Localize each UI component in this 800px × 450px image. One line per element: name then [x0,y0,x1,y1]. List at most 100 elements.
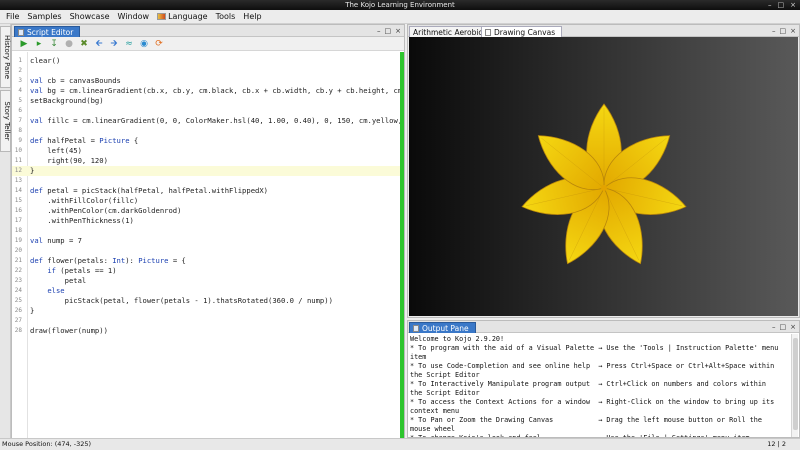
menu-help[interactable]: Help [239,10,265,24]
line-number: 5 [18,97,22,104]
window-minimize-button[interactable]: – [768,0,772,10]
code-line[interactable]: 4 val bg = cm.linearGradient(cb.x, cb.y, … [12,86,400,96]
tab-drawing-canvas[interactable]: Drawing Canvas [481,26,563,37]
code-text: petal [30,276,87,285]
trace-icon[interactable]: ↧ [49,39,59,49]
clear-output-icon[interactable]: ✖ [79,39,89,49]
code-line[interactable]: 3 val cb = canvasBounds [12,76,400,86]
upload-icon[interactable]: ◉ [139,39,149,49]
code-text: } [30,306,35,315]
code-line[interactable]: 10 left(45) [12,146,400,156]
menu-samples[interactable]: Samples [23,10,65,24]
side-tab-story-teller[interactable]: Story Teller [0,90,11,152]
code-line[interactable]: 25 picStack(petal, flower(petals - 1).th… [12,296,400,306]
tab-drawing-canvas-label: Drawing Canvas [494,27,556,37]
menu-tools[interactable]: Tools [212,10,240,24]
output-line: * To access the Context Actions for a wi… [410,398,775,406]
output-panel: Output Pane – □ × Welcome to Kojo 2.9.20… [407,320,800,438]
code-text: val bg = cm.linearGradient(cb.x, cb.y, c… [30,86,400,95]
code-line[interactable]: 14 def petal = picStack(halfPetal, halfPe… [12,186,400,196]
output-line: mouse wheel [410,425,456,433]
stop-icon[interactable]: ● [64,39,74,49]
code-text: .withPenColor(cm.darkGoldenrod) [30,206,182,215]
code-line[interactable]: 8 [12,126,400,136]
code-line[interactable]: 27 [12,316,400,326]
window-controls: – □ × [768,0,796,10]
tab-output-pane[interactable]: Output Pane [409,322,476,333]
line-number: 22 [14,267,22,274]
output-minimize-button[interactable]: – [772,321,776,333]
code-line[interactable]: 12} [12,166,400,176]
output-scrollbar[interactable] [791,334,798,437]
code-line[interactable]: 26} [12,306,400,316]
side-tab-strip: History Pane Story Teller [0,24,11,438]
line-number: 20 [14,247,22,254]
code-line[interactable]: 6 [12,106,400,116]
code-line[interactable]: 28 draw(flower(nump)) [12,326,400,336]
run-icon[interactable]: ▶ [19,39,29,49]
code-line[interactable]: 1 clear() [12,56,400,66]
code-text: val nump = 7 [30,236,82,245]
code-line[interactable]: 23 petal [12,276,400,286]
output-scrollbar-thumb[interactable] [793,338,798,430]
code-line[interactable]: 16 .withPenColor(cm.darkGoldenrod) [12,206,400,216]
side-tab-history-pane[interactable]: History Pane [0,26,11,88]
run-worksheet-icon[interactable]: ▸ [34,39,44,49]
output-tab-bar: Output Pane – □ × [408,321,799,333]
canvas-panel: Arithmetic Aerobics Drawing Canvas – □ × [407,24,800,318]
line-number: 3 [18,77,22,84]
previous-icon[interactable]: 🡰 [94,39,104,49]
menu-language[interactable]: Language [153,10,211,24]
code-line[interactable]: 20 [12,246,400,256]
code-text: } [30,166,35,175]
code-line[interactable]: 18 [12,226,400,236]
clear-editor-icon[interactable]: ⟳ [154,39,164,49]
output-line: the Script Editor [410,389,480,397]
mouse-position-readout: Mouse Position: (474, -325) [2,440,92,448]
window-maximize-button[interactable]: □ [778,0,785,10]
format-icon[interactable]: ≈ [124,39,134,49]
editor-close-button[interactable]: × [395,25,401,37]
code-line[interactable]: 5 setBackground(bg) [12,96,400,106]
code-line[interactable]: 19 val nump = 7 [12,236,400,246]
line-number: 19 [14,237,22,244]
canvas-close-button[interactable]: × [790,25,796,37]
line-number: 10 [14,147,22,154]
line-number: 26 [14,307,22,314]
line-number: 21 [14,257,22,264]
code-line[interactable]: 22 if (petals == 1) [12,266,400,276]
script-editor-panel: Script Editor – □ × ▶ ▸ ↧ ● ✖ 🡰 🡲 ≈ ◉ ⟳ … [11,24,405,438]
code-editor[interactable]: 1 clear() 2 3 val cb = canvasBounds 4 val bg =… [12,52,400,438]
line-number: 12 [14,167,22,174]
code-line[interactable]: 7 val fillc = cm.linearGradient(0, 0, Col… [12,116,400,126]
tab-script-editor[interactable]: Script Editor [14,26,81,37]
editor-minimize-button[interactable]: – [377,25,381,37]
editor-maximize-button[interactable]: □ [385,25,392,37]
canvas-minimize-button[interactable]: – [772,25,776,37]
menu-window[interactable]: Window [114,10,154,24]
code-line[interactable]: 17 .withPenThickness(1) [12,216,400,226]
canvas-maximize-button[interactable]: □ [780,25,787,37]
code-text: clear() [30,56,61,65]
code-line[interactable]: 13 [12,176,400,186]
language-flag-icon [157,13,167,20]
menu-file[interactable]: File [2,10,23,24]
drawing-canvas[interactable] [409,37,798,316]
code-text: setBackground(bg) [30,96,104,105]
code-line[interactable]: 15 .withFillColor(fillc) [12,196,400,206]
code-line[interactable]: 21 def flower(petals: Int): Picture = { [12,256,400,266]
output-maximize-button[interactable]: □ [780,321,787,333]
code-line[interactable]: 2 [12,66,400,76]
output-line: * To change Kojo's look and feel → Use t… [410,434,788,437]
output-close-button[interactable]: × [790,321,796,333]
output-text[interactable]: Welcome to Kojo 2.9.20! * To program with… [410,335,788,437]
code-line[interactable]: 9 def halfPetal = Picture { [12,136,400,146]
code-line[interactable]: 11 right(90, 120) [12,156,400,166]
flower-drawing [521,103,687,265]
line-number: 25 [14,297,22,304]
next-icon[interactable]: 🡲 [109,39,119,49]
code-line[interactable]: 24 else [12,286,400,296]
window-close-button[interactable]: × [790,0,796,10]
menu-showcase[interactable]: Showcase [66,10,114,24]
menu-language-label: Language [168,11,208,21]
